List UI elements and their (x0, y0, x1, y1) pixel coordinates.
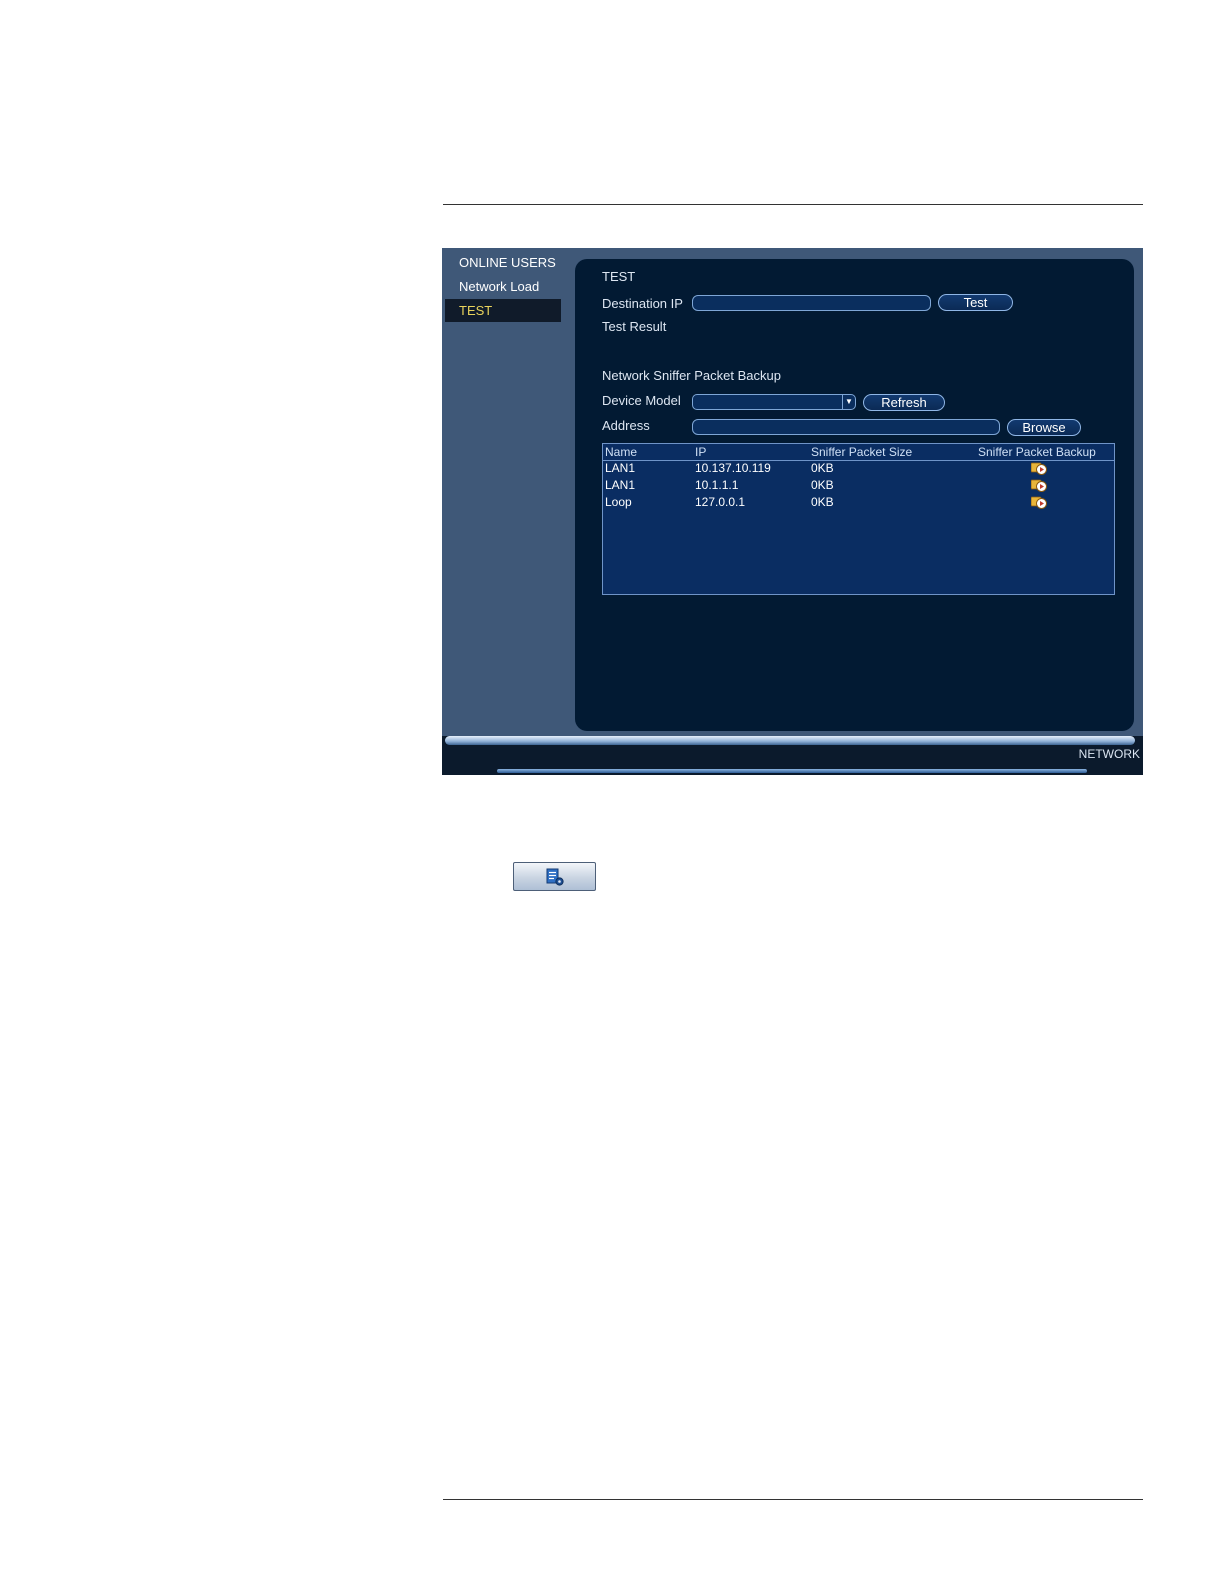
test-panel: TEST Destination IP Test Test Result Net… (575, 259, 1134, 731)
footer-bar: NETWORK (442, 736, 1143, 775)
footer-rule (443, 1499, 1143, 1500)
backup-play-icon[interactable] (1031, 496, 1047, 509)
column-header-ip: IP (695, 445, 707, 459)
network-test-screen: ONLINE USERS Network Load TEST TEST Dest… (442, 248, 1143, 775)
footer-label: NETWORK (1078, 747, 1140, 761)
chevron-down-icon[interactable]: ▼ (842, 395, 855, 409)
row-name: Loop (605, 495, 632, 509)
table-header: Name IP Sniffer Packet Size Sniffer Pack… (603, 444, 1114, 461)
destination-ip-label: Destination IP (602, 296, 683, 311)
destination-ip-input[interactable] (692, 295, 931, 311)
section-title-sniffer: Network Sniffer Packet Backup (602, 368, 781, 383)
table-row[interactable]: Loop 127.0.0.1 0KB (603, 494, 1114, 511)
backup-play-icon[interactable] (1031, 462, 1047, 475)
test-button[interactable]: Test (938, 294, 1013, 311)
footer-highlight (445, 736, 1135, 745)
column-header-backup: Sniffer Packet Backup (978, 445, 1096, 459)
table-row[interactable]: LAN1 10.137.10.119 0KB (603, 460, 1114, 477)
tool-button[interactable] (513, 862, 596, 891)
sidebar: ONLINE USERS Network Load TEST (442, 248, 575, 736)
refresh-button[interactable]: Refresh (863, 394, 945, 411)
document-settings-icon (546, 868, 564, 886)
sniffer-table: Name IP Sniffer Packet Size Sniffer Pack… (602, 443, 1115, 595)
address-label: Address (602, 418, 650, 433)
row-name: LAN1 (605, 461, 636, 475)
address-input[interactable] (692, 419, 1000, 435)
row-size: 0KB (811, 461, 834, 475)
section-title-test: TEST (602, 269, 636, 284)
column-header-size: Sniffer Packet Size (811, 445, 913, 459)
sidebar-item-network-load[interactable]: Network Load (445, 275, 561, 298)
row-ip: 10.137.10.119 (695, 461, 771, 475)
footer-scroll-track (497, 769, 1087, 773)
header-rule (443, 204, 1143, 205)
row-ip: 10.1.1.1 (695, 478, 739, 492)
row-size: 0KB (811, 478, 834, 492)
test-result-label: Test Result (602, 319, 667, 334)
row-name: LAN1 (605, 478, 636, 492)
row-ip: 127.0.0.1 (695, 495, 746, 509)
sidebar-item-online-users[interactable]: ONLINE USERS (445, 251, 561, 274)
row-size: 0KB (811, 495, 834, 509)
sidebar-item-test[interactable]: TEST (445, 299, 561, 322)
backup-play-icon[interactable] (1031, 479, 1047, 492)
device-model-label: Device Model (602, 393, 681, 408)
device-model-select[interactable]: ▼ (692, 394, 856, 410)
column-header-name: Name (605, 445, 638, 459)
browse-button[interactable]: Browse (1007, 419, 1081, 436)
table-row[interactable]: LAN1 10.1.1.1 0KB (603, 477, 1114, 494)
